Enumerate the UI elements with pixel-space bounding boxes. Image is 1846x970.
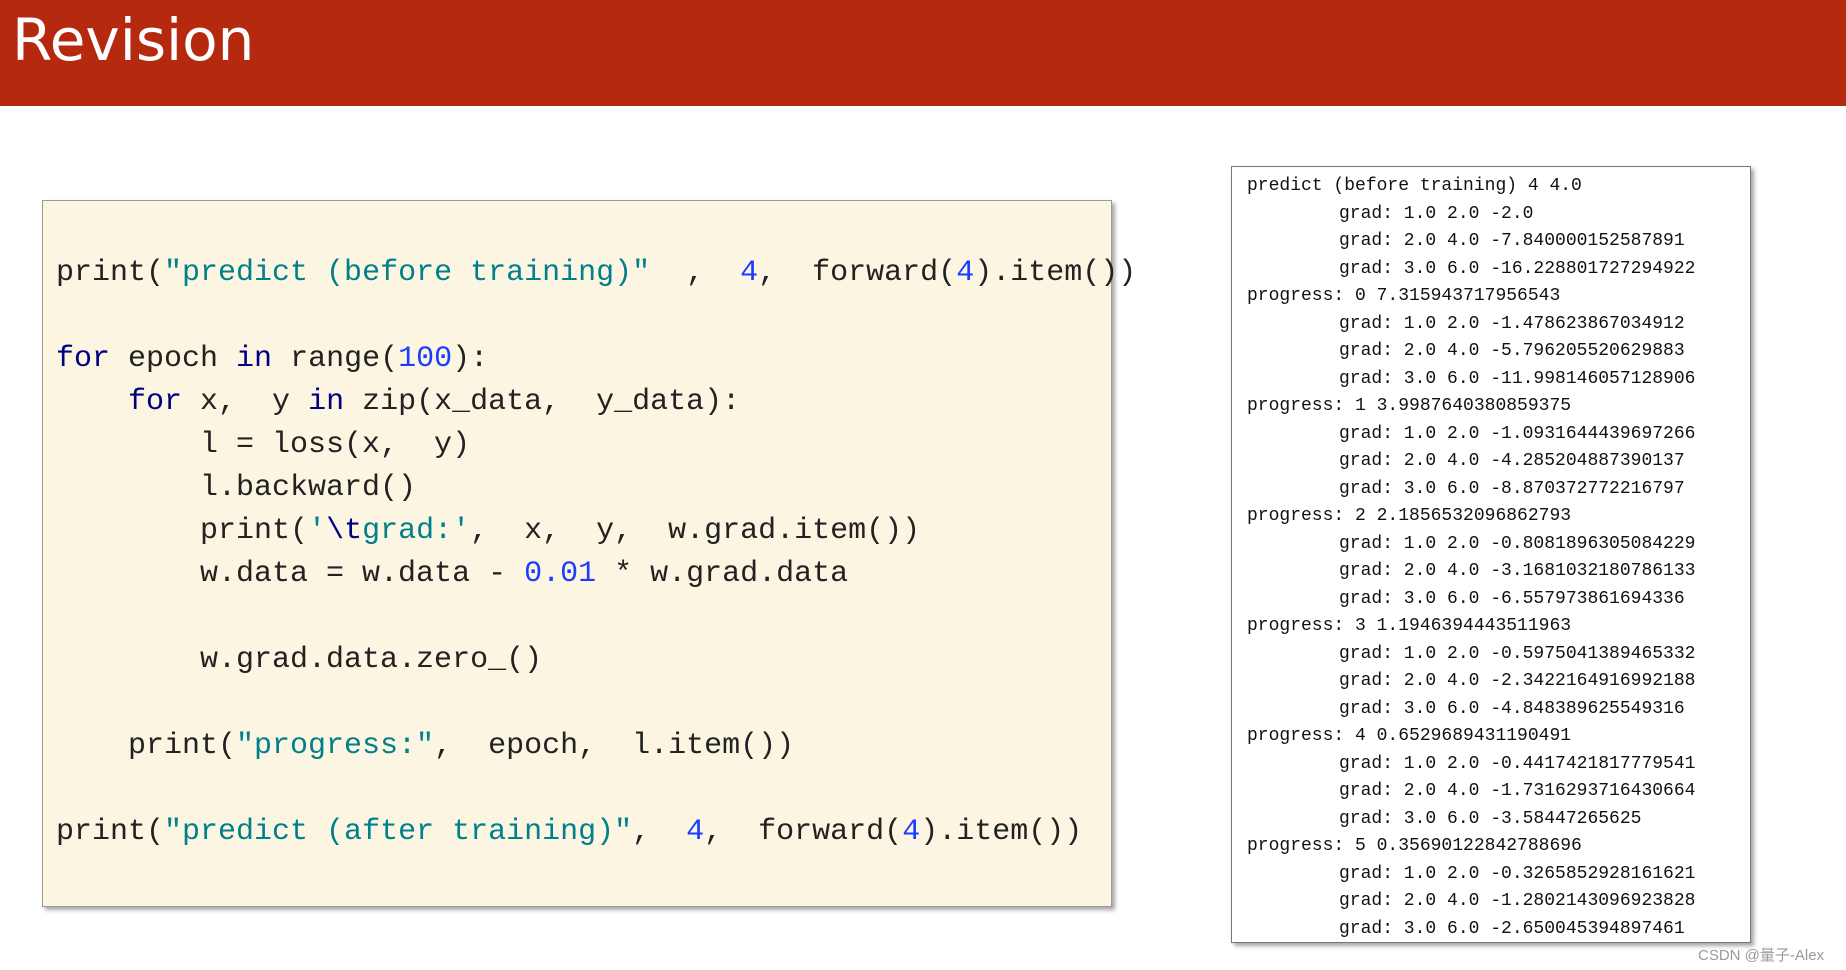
output-line: grad: 1.0 2.0 -0.5975041389465332 xyxy=(1339,643,1696,664)
output-line: progress: 2 2.1856532096862793 xyxy=(1247,506,1572,526)
code-token: , xyxy=(650,256,741,290)
code-line: w.grad.data.zero_() xyxy=(43,639,1111,682)
code-token: for xyxy=(128,385,183,419)
output-line: progress: 1 3.9987640380859375 xyxy=(1247,396,1572,416)
output-line: grad: 1.0 2.0 -0.8081896305084229 xyxy=(1339,533,1696,554)
code-token: l = loss(x, y) xyxy=(56,428,471,462)
code-token: ): xyxy=(452,342,489,376)
code-token: print( xyxy=(56,729,237,763)
output-line: progress: 3 1.1946394443511963 xyxy=(1247,616,1572,636)
output-line: grad: 2.0 4.0 -1.2802143096923828 xyxy=(1339,891,1696,911)
code-token: , forward( xyxy=(758,256,957,290)
code-token: "predict (before training)" xyxy=(164,256,651,290)
code-token: , x, y, w.grad.item()) xyxy=(470,514,921,548)
code-token: x, y xyxy=(182,385,309,419)
code-token: print( xyxy=(56,815,165,849)
output-line: grad: 2.0 4.0 -2.3422164916992188 xyxy=(1339,671,1696,691)
code-token: for xyxy=(56,342,111,376)
code-line: print("progress:", epoch, l.item()) xyxy=(43,725,1111,768)
output-line: grad: 2.0 4.0 -1.7316293716430664 xyxy=(1339,781,1696,801)
code-token: , forward( xyxy=(704,815,903,849)
code-token: "progress:" xyxy=(236,729,435,763)
output-line: grad: 1.0 2.0 -0.3265852928161621 xyxy=(1339,863,1696,884)
code-token: l.backward() xyxy=(56,471,417,505)
output-line: progress: 4 0.6529689431190491 xyxy=(1247,726,1572,746)
code-token: "predict (after training)" xyxy=(164,815,633,849)
code-token: zip(x_data, y_data): xyxy=(344,385,741,419)
code-token: w.grad.data.zero_() xyxy=(56,643,543,677)
code-token: 4 xyxy=(740,256,759,290)
output-line: predict (before training) 4 4.0 xyxy=(1247,176,1582,196)
output-line: grad: 3.0 6.0 -6.557973861694336 xyxy=(1339,588,1685,609)
output-line: grad: 3.0 6.0 -8.870372772216797 xyxy=(1339,478,1685,499)
output-line: grad: 3.0 6.0 -16.228801727294922 xyxy=(1339,258,1696,279)
code-token: * w.grad.data xyxy=(596,557,849,591)
output-line: progress: 0 7.315943717956543 xyxy=(1247,286,1561,306)
output-line: grad: 2.0 4.0 -4.285204887390137 xyxy=(1339,451,1685,471)
code-token: in xyxy=(308,385,345,419)
code-token: range( xyxy=(272,342,399,376)
output-line: grad: 3.0 6.0 -11.998146057128906 xyxy=(1339,368,1696,389)
code-token: 4 xyxy=(686,815,705,849)
code-token: \t xyxy=(326,514,363,548)
code-token: grad:' xyxy=(362,514,471,548)
code-token: , xyxy=(632,815,687,849)
watermark: CSDN @量子-Alex xyxy=(1698,947,1825,964)
code-token: in xyxy=(236,342,273,376)
code-token: 4 xyxy=(956,256,975,290)
output-line: progress: 5 0.35690122842788696 xyxy=(1247,836,1582,856)
output-line: grad: 1.0 2.0 -0.4417421817779541 xyxy=(1339,753,1696,774)
console-output: predict (before training) 4 4.0 grad: 1.0… xyxy=(1231,166,1751,943)
code-token: ).item()) xyxy=(974,256,1137,290)
code-line: for epoch in range(100): xyxy=(43,338,1111,381)
code-line: l.backward() xyxy=(43,467,1111,510)
code-token: print( xyxy=(56,514,309,548)
code-line: w.data = w.data - 0.01 * w.grad.data xyxy=(43,553,1111,596)
output-line: grad: 2.0 4.0 -5.796205520629883 xyxy=(1339,341,1685,361)
output-line: grad: 1.0 2.0 -2.0 xyxy=(1339,203,1534,224)
code-token: w.data = w.data - xyxy=(56,557,525,591)
output-line: grad: 3.0 6.0 -3.58447265625 xyxy=(1339,808,1642,829)
code-line: for x, y in zip(x_data, y_data): xyxy=(43,381,1111,424)
code-line: print("predict (before training)" , 4, f… xyxy=(43,252,1136,295)
output-line: grad: 2.0 4.0 -7.840000152587891 xyxy=(1339,231,1685,251)
code-block: print("predict (before training)" , 4, f… xyxy=(42,200,1136,907)
code-line: l = loss(x, y) xyxy=(43,424,1111,467)
code-token: ' xyxy=(308,514,327,548)
code-token: 4 xyxy=(902,815,921,849)
code-token: epoch xyxy=(110,342,237,376)
code-token: , epoch, l.item()) xyxy=(434,729,795,763)
output-line: grad: 3.0 6.0 -2.650045394897461 xyxy=(1339,918,1685,939)
code-token: ).item()) xyxy=(920,815,1083,849)
code-token: print( xyxy=(56,256,165,290)
code-token: 0.01 xyxy=(524,557,597,591)
output-line: grad: 2.0 4.0 -3.1681032180786133 xyxy=(1339,561,1696,581)
slide-title: Revision xyxy=(12,6,255,74)
output-line: grad: 1.0 2.0 -1.0931644439697266 xyxy=(1339,423,1696,444)
code-token: 100 xyxy=(398,342,453,376)
output-line: grad: 3.0 6.0 -4.848389625549316 xyxy=(1339,698,1685,719)
title-bar: Revision xyxy=(0,0,1846,106)
code-line: print('\tgrad:', x, y, w.grad.item()) xyxy=(43,510,1111,553)
code-line: print("predict (after training)", 4, for… xyxy=(43,811,1111,854)
output-line: grad: 1.0 2.0 -1.478623867034912 xyxy=(1339,313,1685,334)
